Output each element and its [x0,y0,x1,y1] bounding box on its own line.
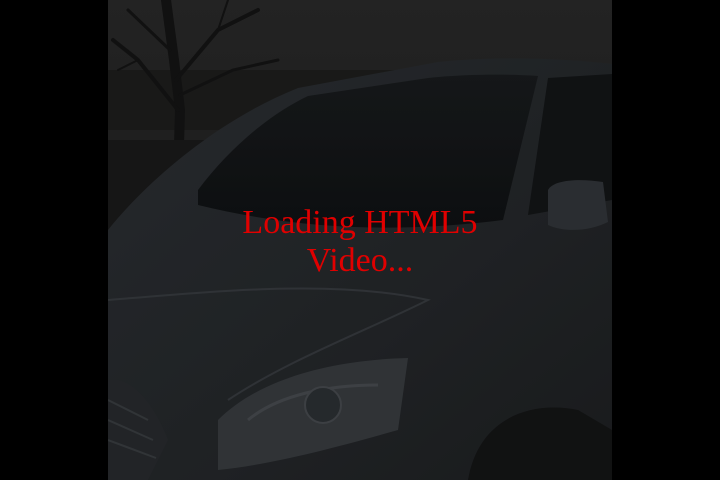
loading-message: Loading HTML5 Video... [108,204,612,280]
loading-message-line-2: Video... [306,242,414,279]
video-element[interactable]: Loading HTML5 Video... [108,0,612,480]
loading-message-line-1: Loading HTML5 [242,204,478,241]
video-player-stage: Loading HTML5 Video... [0,0,720,480]
